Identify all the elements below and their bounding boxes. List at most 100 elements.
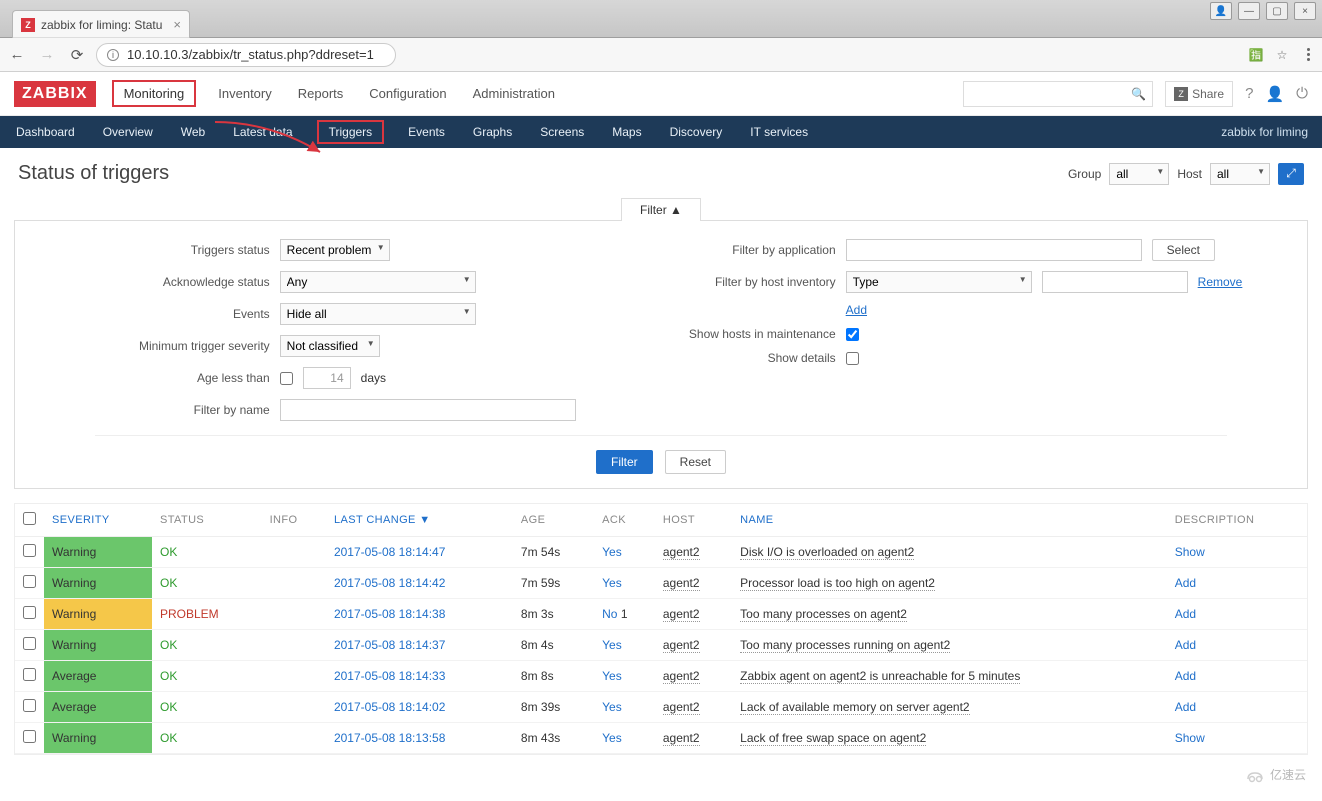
back-button-icon[interactable]: ← xyxy=(6,44,28,66)
sub-menu-item-graphs[interactable]: Graphs xyxy=(471,122,514,142)
row-checkbox[interactable] xyxy=(23,544,36,557)
fullscreen-button[interactable]: ⤢ xyxy=(1278,163,1304,185)
ack-link[interactable]: Yes xyxy=(602,576,622,590)
last-change-link[interactable]: 2017-05-08 18:14:37 xyxy=(334,638,445,652)
window-minimize-icon[interactable]: — xyxy=(1238,2,1260,20)
main-menu-item-monitoring[interactable]: Monitoring xyxy=(114,82,195,105)
help-icon[interactable]: ? xyxy=(1245,85,1253,102)
col-name[interactable]: NAME xyxy=(732,504,1167,537)
main-menu-item-administration[interactable]: Administration xyxy=(471,82,557,105)
description-action-link[interactable]: Show xyxy=(1175,731,1205,745)
main-menu-item-configuration[interactable]: Configuration xyxy=(367,82,448,105)
sub-menu-item-screens[interactable]: Screens xyxy=(538,122,586,142)
host-link[interactable]: agent2 xyxy=(663,576,700,591)
row-checkbox[interactable] xyxy=(23,606,36,619)
age-days-input[interactable] xyxy=(303,367,351,389)
maintenance-checkbox[interactable] xyxy=(846,328,859,341)
last-change-link[interactable]: 2017-05-08 18:14:02 xyxy=(334,700,445,714)
filter-app-input[interactable] xyxy=(846,239,1142,261)
row-checkbox[interactable] xyxy=(23,730,36,743)
age-checkbox[interactable] xyxy=(280,372,293,385)
last-change-link[interactable]: 2017-05-08 18:14:47 xyxy=(334,545,445,559)
host-link[interactable]: agent2 xyxy=(663,669,700,684)
ack-link[interactable]: Yes xyxy=(602,638,622,652)
reload-button-icon[interactable]: ⟳ xyxy=(66,44,88,66)
row-checkbox[interactable] xyxy=(23,637,36,650)
inventory-value-input[interactable] xyxy=(1042,271,1188,293)
browser-tab[interactable]: Z zabbix for liming: Statu × xyxy=(12,10,190,38)
close-tab-icon[interactable]: × xyxy=(173,17,181,32)
host-link[interactable]: agent2 xyxy=(663,545,700,560)
row-checkbox[interactable] xyxy=(23,668,36,681)
last-change-link[interactable]: 2017-05-08 18:13:58 xyxy=(334,731,445,745)
select-app-button[interactable]: Select xyxy=(1152,239,1215,261)
inventory-type-select[interactable]: Type xyxy=(846,271,1032,293)
events-select[interactable]: Hide all xyxy=(280,303,476,325)
last-change-link[interactable]: 2017-05-08 18:14:42 xyxy=(334,576,445,590)
sub-menu-item-latest-data[interactable]: Latest data xyxy=(231,122,294,142)
ack-link[interactable]: Yes xyxy=(602,700,622,714)
trigger-name-link[interactable]: Processor load is too high on agent2 xyxy=(740,576,935,591)
ack-status-select[interactable]: Any xyxy=(280,271,476,293)
description-action-link[interactable]: Add xyxy=(1175,638,1196,652)
filter-name-input[interactable] xyxy=(280,399,576,421)
ack-link[interactable]: No xyxy=(602,607,617,621)
main-menu-item-inventory[interactable]: Inventory xyxy=(216,82,273,105)
details-checkbox[interactable] xyxy=(846,352,859,365)
row-checkbox[interactable] xyxy=(23,699,36,712)
description-action-link[interactable]: Add xyxy=(1175,607,1196,621)
host-link[interactable]: agent2 xyxy=(663,607,700,622)
forward-button-icon[interactable]: → xyxy=(36,44,58,66)
host-link[interactable]: agent2 xyxy=(663,731,700,746)
logout-icon[interactable]: ⏻ xyxy=(1296,85,1308,102)
window-close-icon[interactable]: × xyxy=(1294,2,1316,20)
host-link[interactable]: agent2 xyxy=(663,638,700,653)
group-select[interactable]: all xyxy=(1109,163,1169,185)
sub-menu-item-events[interactable]: Events xyxy=(406,122,447,142)
sub-menu-item-triggers[interactable]: Triggers xyxy=(319,122,383,142)
select-all-checkbox[interactable] xyxy=(23,512,36,525)
share-button[interactable]: Z Share xyxy=(1165,81,1233,107)
add-inventory-link[interactable]: Add xyxy=(846,303,867,317)
host-select[interactable]: all xyxy=(1210,163,1270,185)
sub-menu-item-overview[interactable]: Overview xyxy=(101,122,155,142)
user-window-icon[interactable]: 👤 xyxy=(1210,2,1232,20)
description-action-link[interactable]: Add xyxy=(1175,669,1196,683)
main-menu-item-reports[interactable]: Reports xyxy=(296,82,346,105)
col-last-change[interactable]: LAST CHANGE ▼ xyxy=(326,504,513,537)
sub-menu-item-discovery[interactable]: Discovery xyxy=(668,122,725,142)
sub-menu-item-web[interactable]: Web xyxy=(179,122,207,142)
trigger-name-link[interactable]: Too many processes running on agent2 xyxy=(740,638,950,653)
ack-link[interactable]: Yes xyxy=(602,731,622,745)
bookmark-star-icon[interactable]: ☆ xyxy=(1274,47,1290,63)
window-maximize-icon[interactable]: ▢ xyxy=(1266,2,1288,20)
remove-inventory-link[interactable]: Remove xyxy=(1198,275,1243,289)
trigger-name-link[interactable]: Disk I/O is overloaded on agent2 xyxy=(740,545,914,560)
description-action-link[interactable]: Add xyxy=(1175,576,1196,590)
user-icon[interactable]: 👤 xyxy=(1265,85,1284,103)
trigger-name-link[interactable]: Too many processes on agent2 xyxy=(740,607,907,622)
ack-link[interactable]: Yes xyxy=(602,669,622,683)
sub-menu-item-dashboard[interactable]: Dashboard xyxy=(14,122,77,142)
row-checkbox[interactable] xyxy=(23,575,36,588)
description-action-link[interactable]: Add xyxy=(1175,700,1196,714)
global-search-input[interactable]: 🔍 xyxy=(963,81,1153,107)
triggers-status-select[interactable]: Recent problem xyxy=(280,239,390,261)
host-link[interactable]: agent2 xyxy=(663,700,700,715)
trigger-name-link[interactable]: Zabbix agent on agent2 is unreachable fo… xyxy=(740,669,1020,684)
translate-icon[interactable]: 🈯 xyxy=(1248,47,1264,63)
col-severity[interactable]: SEVERITY xyxy=(44,504,152,537)
reset-button[interactable]: Reset xyxy=(665,450,726,474)
last-change-link[interactable]: 2017-05-08 18:14:38 xyxy=(334,607,445,621)
site-info-icon[interactable]: i xyxy=(107,49,119,61)
chrome-menu-icon[interactable] xyxy=(1300,47,1316,63)
filter-toggle[interactable]: Filter ▲ xyxy=(621,198,701,221)
trigger-name-link[interactable]: Lack of available memory on server agent… xyxy=(740,700,969,715)
filter-button[interactable]: Filter xyxy=(596,450,653,474)
sub-menu-item-maps[interactable]: Maps xyxy=(610,122,643,142)
description-action-link[interactable]: Show xyxy=(1175,545,1205,559)
last-change-link[interactable]: 2017-05-08 18:14:33 xyxy=(334,669,445,683)
zabbix-logo[interactable]: ZABBIX xyxy=(14,81,96,107)
ack-link[interactable]: Yes xyxy=(602,545,622,559)
min-severity-select[interactable]: Not classified xyxy=(280,335,380,357)
